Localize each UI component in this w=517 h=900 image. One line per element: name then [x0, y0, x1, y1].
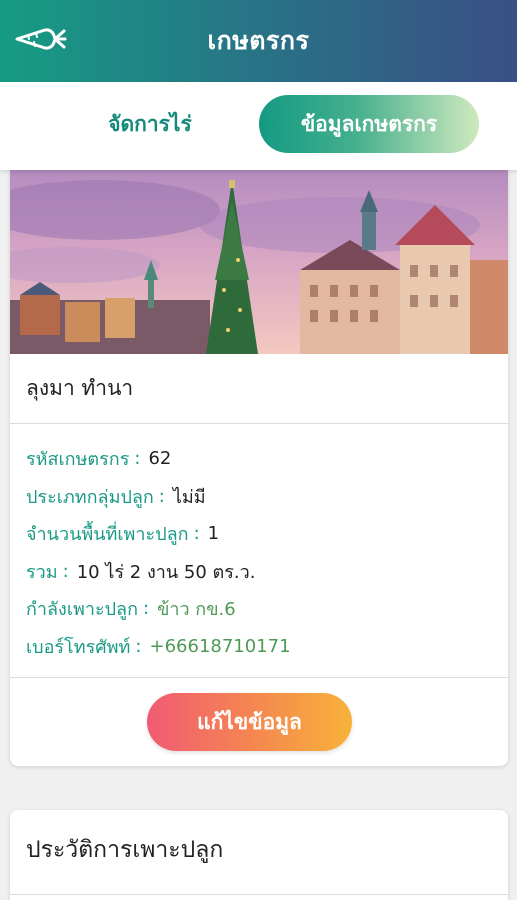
field-label: รหัสเกษตรกร [26, 449, 130, 471]
field-separator: : [142, 598, 150, 620]
field-label: เบอร์โทรศัพท์ [26, 636, 131, 658]
phone-link[interactable]: +66618710171 [150, 636, 291, 657]
field-label: รวม [26, 561, 58, 583]
page-title: เกษตรกร [207, 26, 310, 55]
field-separator: : [193, 523, 200, 545]
divider [10, 894, 508, 895]
info-row-phone: เบอร์โทรศัพท์: +66618710171 [26, 628, 496, 666]
tab-bar: จัดการไร่ ข้อมูลเกษตรกร [0, 82, 517, 170]
app-bar: เกษตรกร [0, 0, 517, 82]
field-value: ข้าว กข.6 [157, 599, 236, 621]
planting-history-card[interactable]: ประวัติการเพาะปลูก [10, 810, 508, 900]
field-value: 10 ไร่ 2 งาน 50 ตร.ว. [76, 561, 256, 583]
field-value: 62 [148, 448, 172, 470]
tab-farmer-info[interactable]: ข้อมูลเกษตรกร [259, 95, 479, 153]
divider [10, 677, 508, 678]
field-label: จำนวนพื้นที่เพาะปลูก [26, 524, 189, 546]
cover-image [10, 170, 508, 354]
section-title: ประวัติการเพาะปลูก [26, 837, 224, 863]
carrot-icon[interactable] [12, 24, 68, 54]
farmer-info-list: รหัสเกษตรกร:62 ประเภทกลุ่มปลูก: ไม่มี จำน… [26, 440, 496, 665]
info-row-farmer-id: รหัสเกษตรกร:62 [26, 440, 496, 478]
edit-profile-button[interactable]: แก้ไขข้อมูล [147, 693, 352, 751]
field-separator: : [158, 485, 165, 507]
info-row-plot-count: จำนวนพื้นที่เพาะปลูก:1 [26, 515, 496, 553]
info-row-group-type: ประเภทกลุ่มปลูก: ไม่มี [26, 478, 496, 516]
tab-manage-farm[interactable]: จัดการไร่ [40, 95, 260, 153]
field-label: ประเภทกลุ่มปลูก [26, 486, 154, 508]
field-separator: : [135, 635, 142, 657]
field-value: ไม่มี [172, 486, 206, 508]
field-value: 1 [207, 523, 220, 545]
farmer-profile-card: ลุงมา ทำนา รหัสเกษตรกร:62 ประเภทกลุ่มปลู… [10, 170, 508, 766]
field-label: กำลังเพาะปลูก [26, 599, 138, 621]
info-row-total-area: รวม:10 ไร่ 2 งาน 50 ตร.ว. [26, 553, 496, 591]
farmer-name: ลุงมา ทำนา [10, 354, 508, 424]
field-separator: : [62, 560, 69, 582]
field-separator: : [134, 448, 141, 470]
info-row-current-crop: กำลังเพาะปลูก: ข้าว กข.6 [26, 590, 496, 628]
